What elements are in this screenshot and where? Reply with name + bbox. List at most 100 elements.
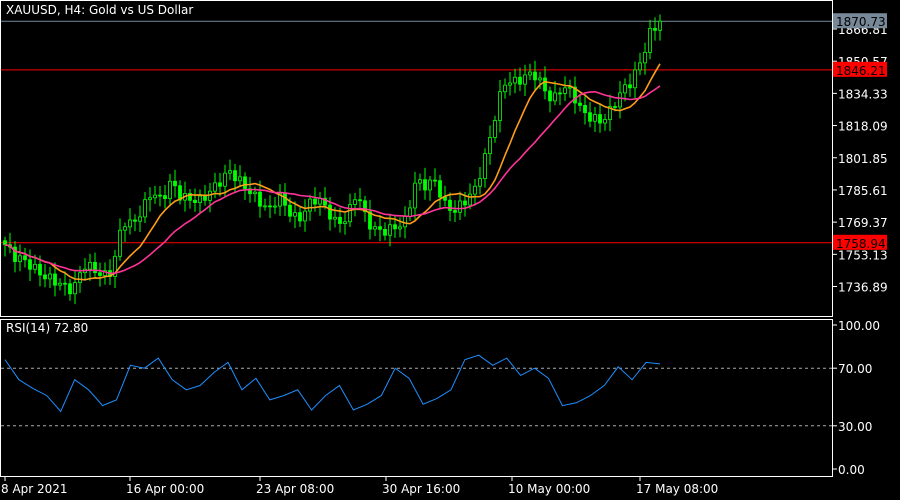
x-tick-label: 16 Apr 00:00 [126,482,204,496]
candle-body [583,105,587,114]
candle-body [508,82,512,86]
candle-body [633,69,637,89]
candle-body [473,185,477,195]
candle-body [288,204,292,217]
candle-body [98,272,102,276]
candle-body [268,205,272,208]
candle-body [408,207,412,217]
ma-fast-line [4,63,661,281]
candle-body [223,172,227,187]
rsi-y-tick-label: 30.00 [838,420,872,434]
candle-body [653,27,657,31]
candle-body [43,274,47,280]
x-tick-label: 8 Apr 2021 [1,482,68,496]
candle-body [203,195,207,201]
rsi-y-tick-label: 100.00 [838,319,880,333]
candle-body [588,112,592,122]
candle-body [23,255,27,261]
candle-body [173,180,177,187]
candle-body [558,92,562,95]
candle-body [3,240,7,246]
candle-body [383,228,387,236]
candle-body [258,191,262,207]
candle-body [313,198,317,205]
candle-body [163,195,167,200]
rsi-plot [1,354,832,427]
chart-canvas[interactable]: 1866.811850.571834.331818.091801.851785.… [0,0,900,500]
candle-body [493,120,497,138]
candle-body [343,221,347,224]
y-tick-label: 1834.33 [838,87,888,101]
candle-body [168,180,172,200]
candle-body [213,182,217,192]
candle-body [453,210,457,213]
rsi-y-tick-label: 70.00 [838,362,872,376]
candle-body [243,176,247,190]
candle-body [148,197,152,201]
candle-body [548,90,552,102]
candle-body [638,62,642,71]
candle-body [468,193,472,206]
candle-body [498,91,502,121]
x-tick-label: 23 Apr 08:00 [256,482,334,496]
candle-body [28,259,32,270]
candle-body [308,198,312,212]
candle-body [393,224,397,230]
rsi-pane-frame [0,319,833,477]
y-tick-label: 1736.89 [838,281,888,295]
rsi-label: RSI(14) 72.80 [6,321,88,335]
candle-body [358,199,362,202]
rsi-y-tick-label: 0.00 [838,463,865,477]
candle-body [88,261,92,270]
price-level-label: 1758.94 [836,237,886,251]
candle-body [423,179,427,191]
y-tick-label: 1785.61 [838,184,888,198]
candle-body [123,226,127,231]
chart-window[interactable]: 1866.811850.571834.331818.091801.851785.… [0,0,900,500]
rsi-line [4,354,661,413]
candle-body [128,219,132,228]
candle-body [528,71,532,76]
candle-body [428,179,432,191]
candle-body [553,92,557,102]
candle-body [578,102,582,106]
candle-body [198,195,202,203]
candle-body [378,226,382,230]
current-price-label: 1870.73 [836,15,886,29]
y-tick-label: 1818.09 [838,120,888,134]
candle-body [658,20,662,31]
x-tick-label: 17 May 08:00 [636,482,718,496]
candle-body [53,273,57,286]
candle-body [458,200,462,213]
candle-body [353,199,357,205]
candle-body [398,226,402,230]
candle-body [33,263,37,270]
candle-body [403,216,407,228]
candle-body [333,216,337,220]
candle-body [293,212,297,217]
candle-body [603,119,607,124]
candle-body [433,179,437,182]
candle-body [538,77,542,81]
candle-body [533,71,537,81]
candle-body [418,179,422,184]
candle-body [543,77,547,92]
candle-body [448,199,452,211]
candle-body [413,182,417,209]
candle-body [138,216,142,222]
candle-body [153,194,157,199]
candle-body [523,74,527,85]
candle-body [328,204,332,220]
candle-body [648,27,652,53]
price-level-label: 1846.21 [836,64,886,78]
candle-body [263,205,267,208]
candle-body [628,84,632,89]
candle-body [483,153,487,179]
candle-body [48,273,52,280]
candle-body [158,194,162,197]
candle-body [58,282,62,286]
candle-body [193,199,197,203]
candle-body [238,176,242,182]
candle-body [233,170,237,182]
candle-body [273,205,277,208]
